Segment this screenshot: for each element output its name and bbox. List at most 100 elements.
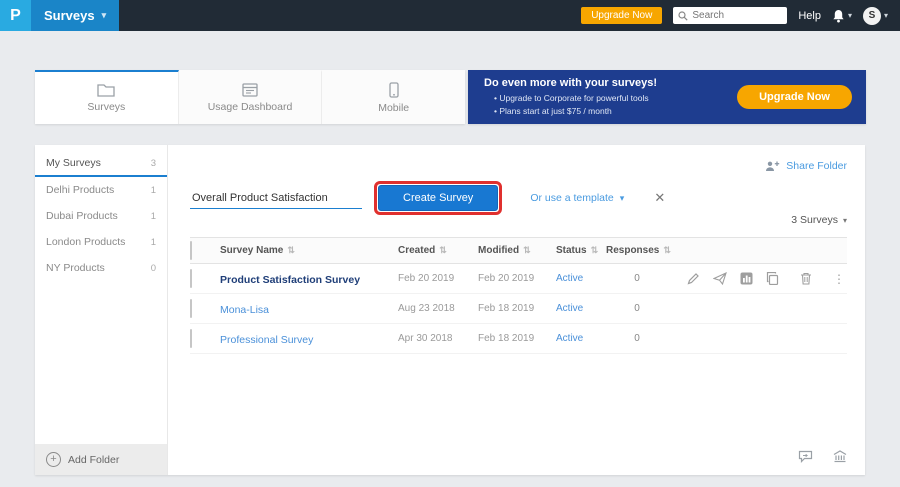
modified-date: Feb 18 2019 <box>478 333 556 344</box>
sidebar-item-my-surveys[interactable]: My Surveys 3 <box>35 151 167 177</box>
create-survey-button[interactable]: Create Survey <box>378 185 498 211</box>
add-folder-button[interactable]: + Add Folder <box>35 444 167 475</box>
send-icon[interactable] <box>713 272 727 285</box>
sort-icon[interactable]: ⇅ <box>439 245 447 256</box>
close-icon[interactable]: ✕ <box>654 190 665 206</box>
folder-label: NY Products <box>46 262 105 274</box>
notifications-menu[interactable]: ▾ <box>832 9 852 23</box>
delete-icon[interactable] <box>800 272 812 285</box>
chevron-down-icon: ▾ <box>102 10 107 21</box>
surveys-count-label: 3 Surveys <box>791 214 838 226</box>
table-header-row: Survey Name⇅ Created⇅ Modified⇅ Status⇅ … <box>190 237 847 264</box>
created-date: Feb 20 2019 <box>398 273 478 284</box>
select-all-checkbox[interactable] <box>190 241 192 260</box>
use-template-link[interactable]: Or use a template ▾ <box>530 192 624 204</box>
plus-icon: + <box>46 452 61 467</box>
folder-label: Dubai Products <box>46 210 118 222</box>
row-actions: ⋮ <box>668 272 847 286</box>
share-folder-button[interactable]: Share Folder <box>765 160 847 172</box>
chevron-down-icon: ▾ <box>620 193 625 204</box>
chevron-down-icon: ▾ <box>848 11 852 20</box>
table-row: Professional Survey Apr 30 2018 Feb 18 2… <box>190 324 847 354</box>
col-header-status: Status <box>556 245 587 256</box>
status-badge: Active <box>556 303 606 314</box>
folder-label: My Surveys <box>46 157 101 169</box>
app-logo: P <box>0 0 31 31</box>
col-header-created: Created <box>398 245 435 256</box>
archive-trash-icon[interactable] <box>833 450 847 463</box>
search-input[interactable] <box>692 10 782 21</box>
share-folder-icon <box>765 160 780 172</box>
survey-name-link[interactable]: Product Satisfaction Survey <box>220 274 360 286</box>
copy-icon[interactable] <box>766 272 779 285</box>
main-panel: My Surveys 3 Delhi Products 1 Dubai Prod… <box>35 145 865 475</box>
created-date: Aug 23 2018 <box>398 303 478 314</box>
folder-count: 1 <box>151 211 156 222</box>
tab-usage-dashboard[interactable]: Usage Dashboard <box>179 70 323 124</box>
sort-icon[interactable]: ⇅ <box>663 245 671 256</box>
survey-name-link[interactable]: Professional Survey <box>220 334 313 346</box>
bell-icon <box>832 9 845 23</box>
dashboard-icon <box>242 83 258 97</box>
folder-label: Delhi Products <box>46 184 114 196</box>
use-template-label: Or use a template <box>530 192 613 204</box>
modified-date: Feb 18 2019 <box>478 303 556 314</box>
upgrade-now-button[interactable]: Upgrade Now <box>581 7 662 24</box>
tab-surveys[interactable]: Surveys <box>35 70 179 124</box>
help-link[interactable]: Help <box>798 10 821 22</box>
tab-mobile[interactable]: Mobile <box>322 70 465 124</box>
row-checkbox[interactable] <box>190 269 192 288</box>
share-folder-label: Share Folder <box>786 160 847 172</box>
table-row: Product Satisfaction Survey Feb 20 2019 … <box>190 264 847 294</box>
edit-icon[interactable] <box>687 272 700 285</box>
account-menu[interactable]: S ▾ <box>863 7 888 25</box>
surveys-count-dropdown[interactable]: 3 Surveys ▾ <box>791 214 847 226</box>
tab-label: Mobile <box>378 102 409 114</box>
product-menu[interactable]: Surveys ▾ <box>31 0 119 31</box>
folder-icon <box>97 83 115 97</box>
analytics-icon[interactable] <box>740 272 753 285</box>
more-options-icon[interactable]: ⋮ <box>833 272 845 286</box>
folder-count: 3 <box>151 158 156 169</box>
topbar-right: Upgrade Now Help ▾ S ▾ <box>581 7 900 25</box>
row-checkbox[interactable] <box>190 299 192 318</box>
search-box[interactable] <box>673 7 787 24</box>
chevron-down-icon: ▾ <box>884 11 888 20</box>
feedback-icon[interactable] <box>798 450 813 463</box>
topbar: P Surveys ▾ Upgrade Now Help ▾ S ▾ <box>0 0 900 31</box>
modified-date: Feb 20 2019 <box>478 273 556 284</box>
responses-count: 0 <box>606 273 668 284</box>
folder-count: 1 <box>151 185 156 196</box>
surveys-table: Survey Name⇅ Created⇅ Modified⇅ Status⇅ … <box>190 237 847 354</box>
banner-upgrade-button[interactable]: Upgrade Now <box>737 85 852 109</box>
col-header-responses: Responses <box>606 245 659 256</box>
folders-sidebar: My Surveys 3 Delhi Products 1 Dubai Prod… <box>35 145 168 475</box>
sidebar-item-ny-products[interactable]: NY Products 0 <box>35 255 167 281</box>
tab-label: Surveys <box>87 101 125 113</box>
mobile-icon <box>389 82 399 98</box>
folder-count: 0 <box>151 263 156 274</box>
sidebar-item-dubai-products[interactable]: Dubai Products 1 <box>35 203 167 229</box>
col-header-modified: Modified <box>478 245 519 256</box>
search-icon <box>678 11 688 21</box>
sort-icon[interactable]: ⇅ <box>287 245 295 256</box>
table-row: Mona-Lisa Aug 23 2018 Feb 18 2019 Active… <box>190 294 847 324</box>
row-checkbox[interactable] <box>190 329 192 348</box>
add-folder-label: Add Folder <box>68 454 119 466</box>
folder-count: 1 <box>151 237 156 248</box>
survey-name-input[interactable] <box>190 188 362 209</box>
sort-icon[interactable]: ⇅ <box>591 245 599 256</box>
promo-banner: Do even more with your surveys! • Upgrad… <box>468 70 866 124</box>
product-menu-label: Surveys <box>44 8 95 23</box>
sidebar-item-london-products[interactable]: London Products 1 <box>35 229 167 255</box>
tab-label: Usage Dashboard <box>208 101 293 113</box>
status-badge: Active <box>556 333 606 344</box>
col-header-name: Survey Name <box>220 245 283 256</box>
section-tabs: Surveys Usage Dashboard Mobile <box>35 70 465 124</box>
sidebar-item-delhi-products[interactable]: Delhi Products 1 <box>35 177 167 203</box>
status-badge: Active <box>556 273 606 284</box>
sort-icon[interactable]: ⇅ <box>523 245 531 256</box>
create-survey-row: Create Survey Or use a template ▾ ✕ <box>190 181 665 215</box>
responses-count: 0 <box>606 333 668 344</box>
survey-name-link[interactable]: Mona-Lisa <box>220 304 269 316</box>
